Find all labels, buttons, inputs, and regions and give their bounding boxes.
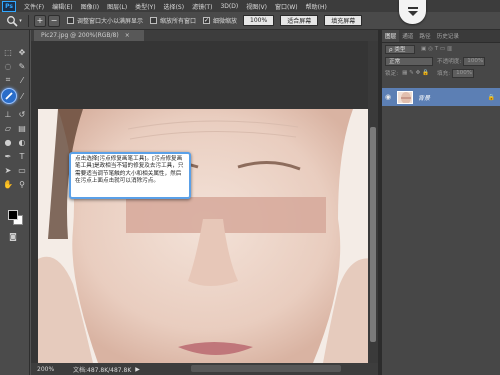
divider	[28, 14, 29, 27]
blur-tool-icon[interactable]: ●	[1, 136, 15, 148]
close-icon[interactable]: ×	[125, 32, 130, 39]
zoom-in-button[interactable]: +	[34, 14, 46, 27]
opacity-label: 不透明度:	[437, 59, 462, 65]
menu-image[interactable]: 图像(I)	[81, 2, 99, 11]
menu-help[interactable]: 帮助(H)	[306, 2, 327, 11]
menu-filter[interactable]: 滤镜(T)	[192, 2, 212, 11]
app-logo: Ps	[2, 0, 16, 12]
scrollbar-thumb[interactable]	[370, 127, 376, 342]
checkbox-box[interactable]	[150, 17, 158, 24]
quick-select-tool-icon[interactable]: ✎	[15, 60, 29, 72]
shape-tool-icon[interactable]: ▭	[15, 164, 29, 176]
filter-icons[interactable]: ▣ ◎ T ▭ ▥	[421, 46, 452, 52]
face-photo-illustration	[38, 109, 373, 363]
marquee-tool-icon[interactable]: ⬚	[1, 46, 15, 58]
tab-paths[interactable]: 路径	[416, 32, 433, 42]
resize-windows-checkbox[interactable]: 调整窗口大小以满屏显示	[67, 16, 143, 25]
hand-tool-icon[interactable]: ✋	[1, 178, 15, 190]
fill-field[interactable]: 100%	[452, 68, 475, 78]
status-menu-arrow-icon[interactable]: ▶	[135, 366, 140, 373]
zoom-out-button[interactable]: −	[48, 14, 60, 27]
pen-tool-icon[interactable]: ✒	[1, 150, 15, 162]
path-select-tool-icon[interactable]: ➤	[1, 164, 15, 176]
quick-mask-icon[interactable]: ◙	[6, 230, 20, 242]
zoom-tool-icon[interactable]: ⚲	[15, 178, 29, 190]
tab-channels[interactable]: 通道	[399, 32, 416, 42]
lock-icon: 🔒	[487, 93, 495, 101]
tab-history[interactable]: 历史记录	[434, 32, 462, 42]
checkbox-box[interactable]	[67, 17, 74, 24]
fit-screen-button[interactable]: 适合屏幕	[280, 15, 319, 26]
menu-view[interactable]: 视图(V)	[246, 2, 267, 11]
tab-layers[interactable]: 图层	[382, 30, 400, 42]
tooltip-callout: 点击选择[污点修复画笔工具]。[污点修复画笔工具]是政相当不错的修复及去污工具，…	[69, 152, 191, 199]
eye-icon[interactable]: ◉	[382, 93, 394, 101]
eraser-tool-icon[interactable]: ▱	[1, 122, 15, 134]
vertical-scrollbar[interactable]	[368, 41, 378, 363]
status-bar: 200% 文档:487.8K/487.8K ▶	[31, 363, 378, 375]
lasso-tool-icon[interactable]: ◌	[1, 60, 15, 72]
layer-kind-filter[interactable]: ρ 类型	[385, 44, 415, 54]
type-tool-icon[interactable]: T	[15, 150, 29, 162]
blend-mode-select[interactable]: 正常	[385, 56, 433, 66]
document-tab[interactable]: Pic27.jpg @ 200%(RGB/8) ×	[34, 30, 144, 41]
foreground-color-swatch[interactable]	[8, 210, 18, 220]
menu-3d[interactable]: 3D(D)	[220, 3, 238, 10]
zoom-all-label: 缩放所有窗口	[160, 18, 197, 25]
menu-layer[interactable]: 图层(L)	[107, 2, 127, 11]
fill-label: 填充:	[437, 71, 451, 77]
layer-filter-row: ρ 类型 ▣ ◎ T ▭ ▥	[382, 43, 500, 55]
horizontal-scrollbar[interactable]	[191, 365, 341, 372]
layer-thumbnail	[397, 90, 413, 104]
tools-panel: ⬚ ✥ ◌ ✎ ⌗ ⁄ ⁄ ⊥ ↺ ▱ ▤ ● ◐ ✒ T ➤ ▭ ✋ ⚲ ◙	[0, 30, 30, 375]
brush-tool-icon[interactable]: ⁄	[15, 90, 29, 102]
layers-panel: 图层 通道 路径 历史记录 ρ 类型 ▣ ◎ T ▭ ▥ 正常 不透明度: 10…	[382, 30, 500, 375]
menu-edit[interactable]: 编辑(E)	[52, 2, 73, 11]
fill-screen-button[interactable]: 填充屏幕	[324, 15, 363, 26]
lock-row: 锁定: ▦ ✎ ✥ 🔒 填充: 100%	[382, 67, 500, 79]
resize-windows-label: 调整窗口大小以满屏显示	[77, 18, 144, 25]
menu-window[interactable]: 窗口(W)	[275, 2, 298, 11]
gradient-tool-icon[interactable]: ▤	[15, 122, 29, 134]
clone-stamp-tool-icon[interactable]: ⊥	[1, 108, 15, 120]
menu-file[interactable]: 文件(F)	[24, 2, 44, 11]
lock-label: 锁定:	[385, 71, 399, 77]
lock-icons[interactable]: ▦ ✎ ✥ 🔒	[402, 70, 429, 76]
download-arrow-icon	[407, 7, 418, 16]
document-info: 文档:487.8K/487.8K	[73, 366, 132, 374]
zoom-tool-preset[interactable]: ▾	[3, 14, 25, 28]
download-badge[interactable]	[399, 0, 426, 24]
scrubby-zoom-label: 细微缩放	[213, 18, 238, 25]
layer-row-background[interactable]: ◉ 背景 🔒	[382, 88, 500, 106]
face-photo[interactable]	[38, 109, 373, 363]
zoom-level[interactable]: 200%	[37, 366, 59, 373]
eyedropper-tool-icon[interactable]: ⁄	[15, 74, 29, 86]
menu-type[interactable]: 类型(Y)	[135, 2, 155, 11]
crop-tool-icon[interactable]: ⌗	[1, 74, 15, 86]
menu-select[interactable]: 选择(S)	[164, 2, 185, 11]
magnifier-icon	[7, 15, 18, 27]
layer-name[interactable]: 背景	[418, 93, 430, 102]
percent-100-button[interactable]: 100%	[243, 15, 275, 26]
document-tab-strip: Pic27.jpg @ 200%(RGB/8) ×	[31, 30, 378, 41]
canvas-area[interactable]: 点击选择[污点修复画笔工具]。[污点修复画笔工具]是政相当不错的修复及去污工具，…	[31, 41, 378, 363]
history-brush-tool-icon[interactable]: ↺	[15, 108, 29, 120]
scrubby-zoom-checkbox[interactable]: ✓ 细微缩放	[203, 16, 237, 25]
move-tool-icon[interactable]: ✥	[15, 46, 29, 58]
panel-tabs: 图层 通道 路径 历史记录	[382, 30, 500, 43]
checkbox-checked[interactable]: ✓	[203, 17, 211, 24]
zoom-all-checkbox[interactable]: 缩放所有窗口	[150, 16, 196, 25]
dodge-tool-icon[interactable]: ◐	[15, 136, 29, 148]
opacity-field[interactable]: 100%	[463, 56, 486, 66]
document-tab-title: Pic27.jpg @ 200%(RGB/8)	[41, 32, 119, 39]
blend-row: 正常 不透明度: 100%	[382, 55, 500, 67]
